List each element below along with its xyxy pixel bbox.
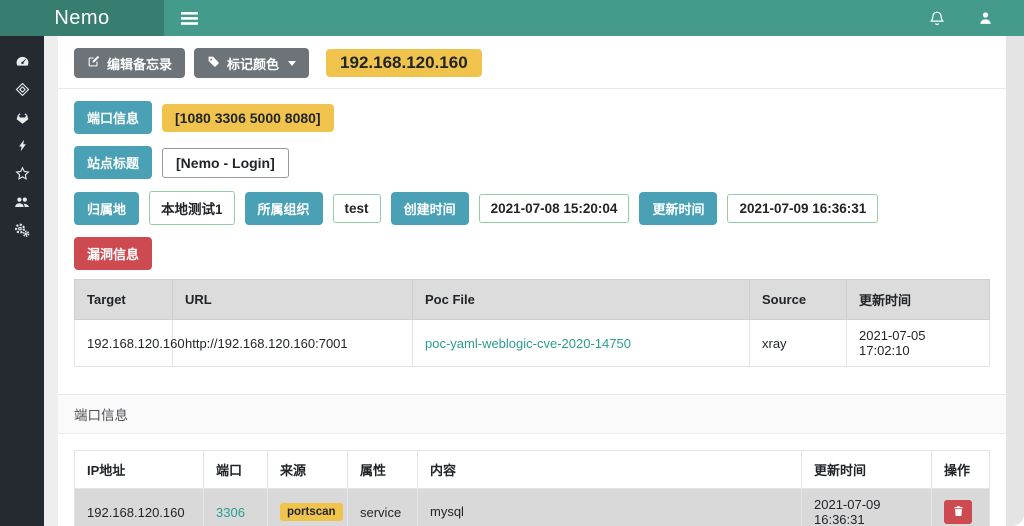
table-row: 192.168.120.160 3306 portscan service my…	[74, 488, 990, 526]
site-title-row: 站点标题 [Nemo - Login]	[74, 146, 990, 179]
table-row: 192.168.120.160 http://192.168.120.160:7…	[74, 319, 990, 367]
vuln-url: http://192.168.120.160:7001	[172, 319, 413, 367]
tag-icon	[207, 55, 220, 71]
poc-file-link[interactable]: poc-yaml-weblogic-cve-2020-14750	[425, 336, 631, 351]
tachometer-icon	[15, 54, 30, 72]
users-icon	[14, 195, 30, 212]
col-port: 端口	[203, 450, 268, 489]
vuln-info-label: 漏洞信息	[74, 237, 153, 270]
left-gutter	[44, 36, 58, 526]
port-ip: 192.168.120.160	[74, 488, 204, 526]
left-sidebar	[0, 36, 44, 526]
sidebar-item-gitlab[interactable]	[0, 105, 44, 133]
col-port-update-time: 更新时间	[801, 450, 932, 489]
col-source: Source	[749, 279, 847, 320]
port-content: mysql	[417, 488, 802, 526]
location-value: 本地测试1	[149, 191, 235, 225]
port-info-label: 端口信息	[74, 101, 153, 134]
organization-value: test	[332, 193, 381, 223]
updated-time-label: 更新时间	[639, 191, 718, 225]
vuln-update-time: 2021-07-05 17:02:10	[846, 319, 990, 367]
cogs-icon	[14, 222, 30, 241]
main-content: 编辑备忘录 标记颜色 192.168.120.160 端口信息 [1080 33…	[58, 36, 1006, 526]
organization-label: 所属组织	[244, 191, 323, 225]
sidebar-item-users[interactable]	[0, 189, 44, 217]
delete-port-button[interactable]	[944, 500, 972, 524]
mark-color-label: 标记颜色	[227, 56, 280, 72]
site-title-label: 站点标题	[74, 146, 153, 179]
user-icon[interactable]	[974, 7, 996, 29]
edit-icon	[87, 55, 100, 71]
col-poc-file: Poc File	[412, 279, 750, 320]
star-icon	[14, 166, 30, 184]
created-time-label: 创建时间	[390, 191, 469, 225]
location-label: 归属地	[74, 191, 140, 225]
edit-memo-button[interactable]: 编辑备忘录	[74, 48, 186, 78]
divider	[58, 88, 1006, 89]
port-info-row: 端口信息 [1080 3306 5000 8080]	[74, 101, 990, 134]
port-update-time: 2021-07-09 16:36:31	[801, 488, 932, 526]
mark-color-dropdown[interactable]: 标记颜色	[194, 48, 310, 78]
created-time-value: 2021-07-08 15:20:04	[478, 193, 630, 223]
port-attr: service	[347, 488, 418, 526]
col-origin: 来源	[267, 450, 348, 489]
attributes-row: 归属地 本地测试1 所属组织 test 创建时间 2021-07-08 15:2…	[74, 191, 990, 225]
toolbar: 编辑备忘录 标记颜色 192.168.120.160	[74, 48, 990, 78]
sidebar-item-assets[interactable]	[0, 77, 44, 105]
col-attr: 属性	[347, 450, 418, 489]
col-ip: IP地址	[74, 450, 204, 489]
port-number-link[interactable]: 3306	[216, 505, 245, 520]
edit-memo-label: 编辑备忘录	[107, 56, 173, 72]
app-logo[interactable]: Nemo	[0, 0, 164, 36]
target-ip-badge: 192.168.120.160	[326, 49, 482, 77]
vulnerability-table-header: Target URL Poc File Source 更新时间	[74, 279, 990, 320]
source-badge: portscan	[280, 503, 343, 521]
hamburger-menu-icon[interactable]	[178, 7, 200, 29]
vulnerability-table: Target URL Poc File Source 更新时间 192.168.…	[74, 279, 990, 367]
col-url: URL	[172, 279, 413, 320]
top-navbar: Nemo	[0, 0, 1024, 36]
col-content: 内容	[417, 450, 802, 489]
codepen-diamond-icon	[15, 82, 30, 100]
col-update-time: 更新时间	[846, 279, 990, 320]
port-list-badge: [1080 3306 5000 8080]	[162, 103, 334, 132]
right-gutter	[1006, 36, 1024, 526]
bell-icon[interactable]	[926, 7, 948, 29]
col-target: Target	[74, 279, 173, 320]
bolt-icon	[16, 138, 29, 156]
sidebar-item-settings[interactable]	[0, 217, 44, 245]
gitlab-icon	[15, 110, 30, 128]
sidebar-item-tasks[interactable]	[0, 133, 44, 161]
port-table: IP地址 端口 来源 属性 内容 更新时间 操作 192.168.120.160	[74, 450, 990, 526]
vuln-source: xray	[749, 319, 847, 367]
port-card-title: 端口信息	[58, 395, 1006, 434]
port-info-card: 端口信息 IP地址 端口 来源 属性 内容 更新时间 操作 192.168.12…	[58, 394, 1006, 526]
site-title-value: [Nemo - Login]	[162, 147, 289, 178]
sidebar-item-dashboard[interactable]	[0, 49, 44, 77]
updated-time-value: 2021-07-09 16:36:31	[727, 193, 879, 223]
col-actions: 操作	[931, 450, 990, 489]
vuln-target: 192.168.120.160	[74, 319, 185, 367]
sidebar-item-favorites[interactable]	[0, 161, 44, 189]
vuln-info-row: 漏洞信息	[74, 237, 990, 270]
chevron-down-icon	[288, 60, 297, 66]
trash-icon	[953, 505, 964, 520]
port-table-header: IP地址 端口 来源 属性 内容 更新时间 操作	[74, 450, 990, 489]
